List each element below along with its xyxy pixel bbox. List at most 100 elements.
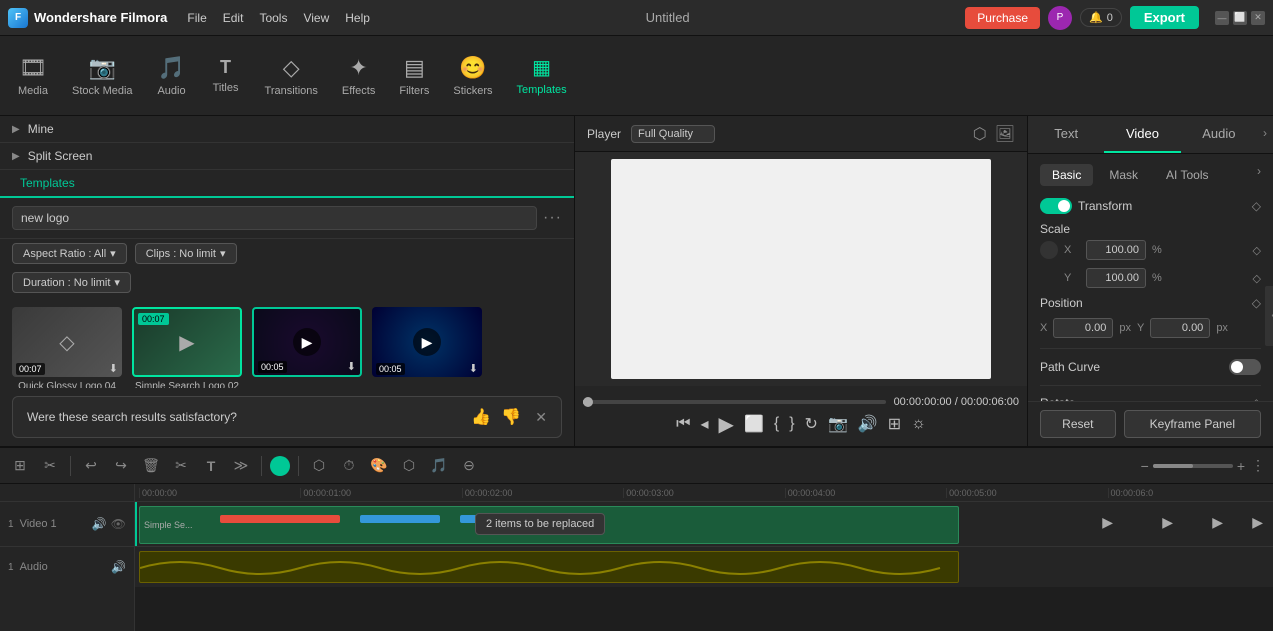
more-controls-icon[interactable]: ⊞ xyxy=(888,414,901,434)
tl-color-btn[interactable]: 🎨 xyxy=(367,454,391,478)
tool-filters[interactable]: ▤ Filters xyxy=(389,49,439,103)
tl-video-track[interactable]: Simple Se... 2 items to be replaced ▶ ▶ … xyxy=(135,502,1273,547)
right-tabs-arrow[interactable]: › xyxy=(1257,116,1273,153)
position-keyframe-icon[interactable]: ◇ xyxy=(1252,296,1261,310)
path-curve-toggle[interactable] xyxy=(1229,359,1261,375)
transform-toggle[interactable] xyxy=(1040,198,1072,214)
category-split-screen[interactable]: ▶ Split Screen xyxy=(0,143,574,170)
tl-undo-button[interactable]: ↩ xyxy=(79,454,103,478)
tl-audio-speaker-icon[interactable]: 🔊 xyxy=(111,560,126,574)
tool-titles[interactable]: T Titles xyxy=(201,51,251,100)
quality-select[interactable]: Full Quality 1/2 Quality 1/4 Quality xyxy=(631,125,715,143)
tl-speaker-icon[interactable]: 🔊 xyxy=(92,517,107,531)
tl-record-button[interactable] xyxy=(270,456,290,476)
snapshot-button[interactable]: 📷 xyxy=(828,414,848,434)
scale-y-input[interactable] xyxy=(1086,268,1146,288)
keyframe-panel-button[interactable]: Keyframe Panel xyxy=(1124,410,1261,438)
transform-keyframe-icon[interactable]: ◇ xyxy=(1252,199,1261,213)
search-more-icon[interactable]: ··· xyxy=(543,209,562,227)
scale-y-reset-icon[interactable]: ◇ xyxy=(1253,272,1261,285)
template-download-3[interactable]: ⬇ xyxy=(347,360,356,373)
tool-transitions[interactable]: ◇ Transitions xyxy=(255,49,328,103)
volume-button[interactable]: 🔊 xyxy=(858,414,878,434)
position-y-input[interactable] xyxy=(1150,318,1210,338)
tl-audio-edit-btn[interactable]: 🎵 xyxy=(427,454,451,478)
play-button[interactable]: ▶ xyxy=(719,412,734,437)
maximize-button[interactable]: ⬜ xyxy=(1233,11,1247,25)
thumbs-up-button[interactable]: 👍 xyxy=(471,407,491,427)
loop-button[interactable]: ↻ xyxy=(805,414,818,434)
tool-stickers[interactable]: 😊 Stickers xyxy=(443,49,502,103)
tab-audio[interactable]: Audio xyxy=(1181,116,1257,153)
tl-crop-btn[interactable]: ⬡ xyxy=(397,454,421,478)
subtab-more-icon[interactable]: › xyxy=(1257,164,1261,186)
export-button[interactable]: Export xyxy=(1130,6,1199,29)
purchase-button[interactable]: Purchase xyxy=(965,7,1040,29)
template-download-1[interactable]: ⬇ xyxy=(109,362,118,375)
subtab-ai-tools[interactable]: AI Tools xyxy=(1154,164,1220,186)
template-card-3[interactable]: ▶ 00:05 ⬇ xyxy=(252,307,362,388)
frame-back-button[interactable]: ◂ xyxy=(701,414,709,434)
zoom-slider[interactable] xyxy=(1153,464,1233,468)
stop-button[interactable]: ⬜ xyxy=(744,414,764,434)
tool-stock-media[interactable]: 📷 Stock Media xyxy=(62,49,143,103)
fullscreen-icon[interactable]: 🖼 xyxy=(995,124,1015,144)
tool-effects[interactable]: ✦ Effects xyxy=(332,49,385,103)
profile-button[interactable]: P xyxy=(1048,6,1072,30)
category-mine[interactable]: ▶ Mine xyxy=(0,116,574,143)
tl-text-button[interactable]: T xyxy=(199,454,223,478)
search-input[interactable] xyxy=(12,206,537,230)
aspect-ratio-filter[interactable]: Aspect Ratio : All ▾ xyxy=(12,243,127,264)
tl-track-area[interactable]: 00:00:00 00:00:01:00 00:00:02:00 00:00:0… xyxy=(135,484,1273,631)
menu-file[interactable]: File xyxy=(187,11,206,25)
zoom-out-icon[interactable]: − xyxy=(1141,458,1149,474)
grid-view-icon[interactable]: ⬡ xyxy=(973,124,987,144)
tl-minus-btn[interactable]: ⊖ xyxy=(457,454,481,478)
duration-filter[interactable]: Duration : No limit ▾ xyxy=(12,272,131,293)
tl-more-icon[interactable]: ≫ xyxy=(229,454,253,478)
clips-filter[interactable]: Clips : No limit ▾ xyxy=(135,243,237,264)
template-card-2[interactable]: 00:07 ▶ Simple Search Logo 02 xyxy=(132,307,242,388)
tl-audio-clip[interactable] xyxy=(139,551,959,583)
tl-layout-icon[interactable]: ⊞ xyxy=(8,454,32,478)
satisfaction-close-button[interactable]: ✕ xyxy=(535,409,547,426)
tl-audio-track[interactable] xyxy=(135,547,1273,587)
tl-magnet-icon[interactable]: ✂ xyxy=(38,454,62,478)
scale-x-reset-icon[interactable]: ◇ xyxy=(1253,244,1261,257)
tl-redo-button[interactable]: ↪ xyxy=(109,454,133,478)
mark-out-button[interactable]: } xyxy=(789,415,794,433)
tool-audio[interactable]: 🎵 Audio xyxy=(147,49,197,103)
tl-split-button[interactable]: ✂ xyxy=(169,454,193,478)
tl-speed-btn[interactable]: ⏱ xyxy=(337,454,361,478)
zoom-in-icon[interactable]: + xyxy=(1237,458,1245,474)
tool-media[interactable]: 🎞 Media xyxy=(8,49,58,103)
left-panel-collapse[interactable]: ‹ xyxy=(1265,286,1273,346)
menu-edit[interactable]: Edit xyxy=(223,11,244,25)
template-card-4[interactable]: ▶ 00:05 ⬇ xyxy=(372,307,482,388)
menu-view[interactable]: View xyxy=(303,11,329,25)
skip-back-button[interactable]: ⏮ xyxy=(676,415,690,433)
settings-icon[interactable]: ☼ xyxy=(911,415,926,433)
tab-text[interactable]: Text xyxy=(1028,116,1104,153)
tl-lock-icon[interactable]: 👁 xyxy=(111,517,126,531)
mark-in-button[interactable]: { xyxy=(774,415,779,433)
tl-settings-more[interactable]: ⋮ xyxy=(1251,457,1265,474)
category-templates[interactable]: Templates xyxy=(0,170,574,198)
tab-video[interactable]: Video xyxy=(1104,116,1180,153)
scale-x-input[interactable] xyxy=(1086,240,1146,260)
subtab-mask[interactable]: Mask xyxy=(1097,164,1150,186)
menu-tools[interactable]: Tools xyxy=(259,11,287,25)
tl-effects-btn[interactable]: ⬡ xyxy=(307,454,331,478)
tool-templates[interactable]: ▦ Templates xyxy=(506,49,576,102)
subtab-basic[interactable]: Basic xyxy=(1040,164,1093,186)
close-button[interactable]: ✕ xyxy=(1251,11,1265,25)
tl-delete-button[interactable]: 🗑 xyxy=(139,454,163,478)
template-download-4[interactable]: ⬇ xyxy=(469,362,478,375)
thumbs-down-button[interactable]: 👎 xyxy=(501,407,521,427)
minimize-button[interactable]: — xyxy=(1215,11,1229,25)
progress-bar[interactable] xyxy=(583,400,886,404)
menu-help[interactable]: Help xyxy=(345,11,370,25)
template-card-1[interactable]: ◇ 00:07 ⬇ Quick Glossy Logo 04 xyxy=(12,307,122,388)
position-x-input[interactable] xyxy=(1053,318,1113,338)
reset-button[interactable]: Reset xyxy=(1040,410,1116,438)
